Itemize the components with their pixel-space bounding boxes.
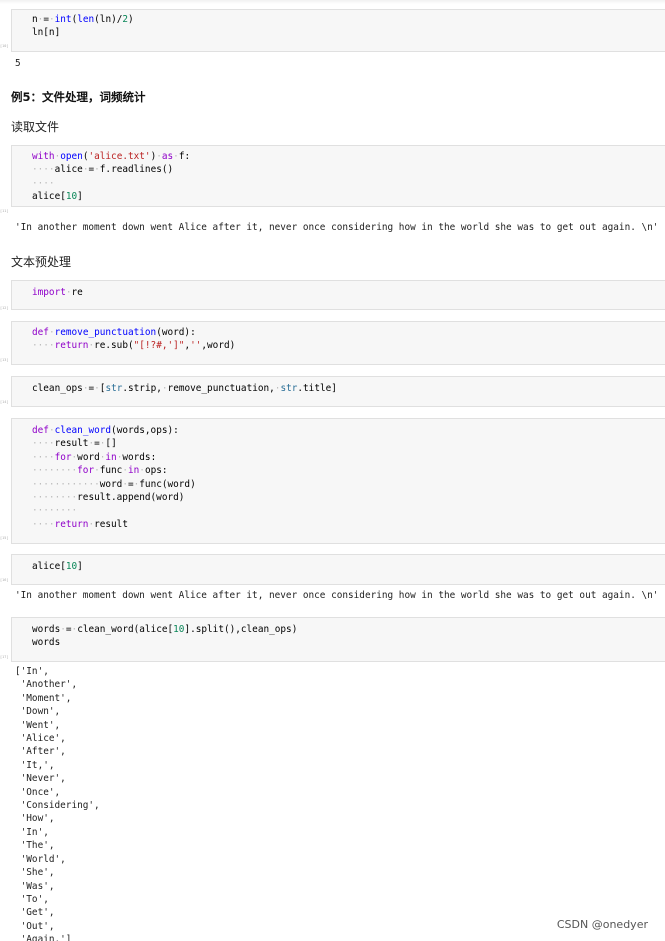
code-cell-8-source[interactable]: words·=·clean_word(alice[10].split(),cle…	[12, 618, 665, 650]
output-list-line: 'After',	[15, 746, 66, 758]
code-cell-2-source[interactable]: with·open('alice.txt')·as·f: ····alice·=…	[12, 146, 665, 204]
code-line: ln[n]	[32, 27, 61, 39]
output-list-line: 'To',	[15, 893, 49, 905]
output-list-line: 'Never',	[15, 773, 66, 785]
code-cell-3[interactable]: import·re	[11, 280, 665, 310]
output-list-line: 'Considering',	[15, 800, 100, 812]
heading-preprocess: 文本预处理	[11, 255, 72, 269]
code-line: def·remove_punctuation(word):	[32, 327, 196, 338]
output-list-line: 'She',	[15, 867, 55, 879]
code-line: ····result·=·[]	[32, 438, 117, 450]
code-cell-7[interactable]: alice[10]	[11, 554, 665, 585]
output-list-line: 'In',	[15, 826, 49, 838]
watermark: CSDN @onedyer	[556, 918, 648, 931]
code-line: ····return·re.sub("[!?#,']",'',word)	[32, 340, 236, 352]
code-cell-5-source[interactable]: clean_ops·=·[str.strip,·remove_punctuati…	[12, 377, 665, 395]
cell-output-3: 'In another moment down went Alice after…	[15, 590, 659, 601]
cell-prompt: [13]	[0, 358, 9, 362]
output-list-line: ['In',	[15, 666, 49, 677]
code-line: alice[10]	[32, 191, 83, 203]
output-list-line: 'The',	[15, 840, 55, 852]
code-line: words	[32, 637, 61, 649]
output-list-line: 'Out',	[15, 920, 55, 932]
code-line: ····return·result	[32, 518, 128, 530]
code-line: ········	[32, 505, 78, 517]
cell-prompt: [11]	[0, 209, 9, 213]
code-line: words·=·clean_word(alice[10].split(),cle…	[32, 624, 298, 635]
code-cell-6[interactable]: def·clean_word(words,ops): ····result·=·…	[11, 418, 665, 544]
cell-prompt: [10]	[0, 44, 9, 48]
cell-output-4: ['In', 'Another', 'Moment', 'Down', 'Wen…	[15, 665, 100, 941]
output-list-line: 'It,',	[15, 759, 55, 771]
heading-read-file: 读取文件	[11, 120, 60, 134]
code-line: import·re	[32, 287, 83, 298]
output-list-line: 'Another',	[15, 679, 78, 691]
code-cell-8[interactable]: words·=·clean_word(alice[10].split(),cle…	[11, 617, 665, 662]
code-cell-3-source[interactable]: import·re	[12, 281, 665, 299]
code-cell-1-source[interactable]: n·=·int(len(ln)/2) ln[n]	[12, 10, 665, 40]
code-line: ········for·func·in·ops:	[32, 465, 168, 477]
cell-output-1: 5	[15, 58, 21, 69]
cell-output-2: 'In another moment down went Alice after…	[15, 222, 659, 233]
code-cell-2[interactable]: with·open('alice.txt')·as·f: ····alice·=…	[11, 145, 665, 207]
code-line: with·open('alice.txt')·as·f:	[32, 151, 191, 162]
cell-prompt: [17]	[0, 655, 9, 659]
heading-example5: 例5：文件处理，词频统计	[11, 90, 146, 104]
output-list-line: 'Get',	[15, 907, 55, 919]
notebook-page: n·=·int(len(ln)/2) ln[n] [10] 5 例5：文件处理，…	[0, 0, 665, 941]
code-line: ········result.append(word)	[32, 492, 185, 504]
code-line: ····alice·=·f.readlines()	[32, 164, 174, 176]
output-list-line: 'How',	[15, 813, 55, 825]
code-cell-4-source[interactable]: def·remove_punctuation(word): ····return…	[12, 322, 665, 353]
cell-prompt: [14]	[0, 400, 9, 404]
code-cell-5[interactable]: clean_ops·=·[str.strip,·remove_punctuati…	[11, 376, 665, 407]
output-list-line: 'World',	[15, 853, 66, 865]
code-line: def·clean_word(words,ops):	[32, 425, 179, 436]
code-cell-1[interactable]: n·=·int(len(ln)/2) ln[n]	[11, 9, 665, 52]
output-list-line: 'Again.']	[15, 934, 72, 941]
code-line: ············word·=·func(word)	[32, 478, 196, 490]
output-list-line: 'Down',	[15, 706, 61, 718]
cell-prompt: [15]	[0, 536, 9, 540]
code-cell-7-source[interactable]: alice[10]	[12, 555, 665, 573]
cell-prompt: [16]	[0, 578, 9, 582]
code-cell-6-source[interactable]: def·clean_word(words,ops): ····result·=·…	[12, 419, 665, 531]
output-list-line: 'Moment',	[15, 692, 72, 704]
code-line: alice[10]	[32, 561, 83, 572]
cell-prompt: [12]	[0, 306, 9, 310]
code-line: ····	[32, 177, 55, 189]
output-list-line: 'Was',	[15, 880, 55, 892]
code-line: ····for·word·in·words:	[32, 451, 157, 463]
code-cell-4[interactable]: def·remove_punctuation(word): ····return…	[11, 321, 665, 365]
code-line: n·=·int(len(ln)/2)	[32, 14, 134, 25]
output-list-line: 'Alice',	[15, 733, 66, 745]
code-line: clean_ops·=·[str.strip,·remove_punctuati…	[32, 383, 337, 394]
output-list-line: 'Went',	[15, 719, 61, 731]
output-list-line: 'Once',	[15, 786, 61, 798]
top-edge	[0, 0, 665, 4]
